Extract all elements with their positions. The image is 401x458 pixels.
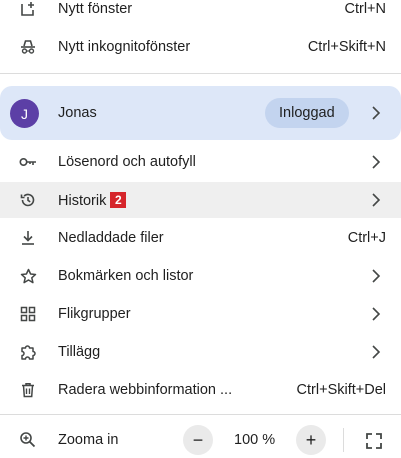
key-icon — [19, 153, 37, 171]
menu-item-label: Lösenord och autofyll — [58, 154, 196, 170]
chrome-main-menu: Nytt fönster Ctrl+N Nytt inkognitofönste… — [0, 0, 401, 456]
chevron-right-icon — [371, 155, 381, 169]
menu-item-label: Flikgrupper — [58, 306, 131, 322]
menu-item-shortcut: Ctrl+Skift+N — [307, 39, 386, 55]
fullscreen-icon[interactable] — [362, 429, 386, 453]
zoom-label: Zooma in — [58, 432, 119, 448]
zoom-separator — [343, 428, 344, 452]
menu-item-new-incognito[interactable]: Nytt inkognitofönster Ctrl+Skift+N — [0, 29, 401, 65]
menu-item-label: Historik 2 — [58, 191, 127, 209]
menu-item-bookmarks[interactable]: Bokmärken och listor — [0, 258, 401, 294]
menu-item-label: Nytt fönster — [58, 1, 133, 17]
menu-item-new-window[interactable]: Nytt fönster Ctrl+N — [0, 0, 401, 27]
star-icon — [19, 267, 37, 285]
profile-row[interactable]: J Jonas Inloggad — [0, 86, 401, 140]
menu-item-label: Tillägg — [58, 344, 101, 360]
menu-item-label: Radera webbinformation ... — [58, 382, 233, 398]
download-icon — [19, 229, 37, 247]
trash-icon — [19, 381, 37, 399]
zoom-in-icon — [19, 431, 37, 449]
menu-item-extensions[interactable]: Tillägg — [0, 334, 401, 370]
menu-item-history[interactable]: Historik 2 — [0, 182, 401, 218]
menu-item-downloads[interactable]: Nedladdade filer Ctrl+J — [0, 220, 401, 256]
chevron-right-icon — [371, 106, 381, 120]
zoom-in-button[interactable]: + — [296, 425, 326, 455]
chevron-right-icon — [371, 193, 381, 207]
zoom-level: 100 % — [234, 432, 276, 448]
chevron-right-icon — [371, 307, 381, 321]
tab-groups-icon — [19, 305, 37, 323]
chevron-right-icon — [371, 345, 381, 359]
step-badge: 2 — [110, 191, 127, 208]
new-window-icon — [19, 0, 37, 18]
menu-item-shortcut: Ctrl+N — [344, 1, 387, 17]
menu-divider — [0, 73, 401, 74]
zoom-row: Zooma in − 100 % + — [0, 422, 401, 458]
menu-item-shortcut: Ctrl+J — [347, 230, 386, 246]
signed-in-badge[interactable]: Inloggad — [265, 98, 349, 128]
menu-divider — [0, 414, 401, 415]
menu-item-label: Nedladdade filer — [58, 230, 164, 246]
menu-item-shortcut: Ctrl+Skift+Del — [296, 382, 386, 398]
zoom-out-button[interactable]: − — [183, 425, 213, 455]
menu-item-passwords[interactable]: Lösenord och autofyll — [0, 144, 401, 180]
menu-item-label: Nytt inkognitofönster — [58, 39, 191, 55]
profile-name: Jonas — [58, 105, 97, 121]
history-icon — [19, 191, 37, 209]
history-label-text: Historik — [58, 192, 107, 209]
menu-item-tab-groups[interactable]: Flikgrupper — [0, 296, 401, 332]
incognito-icon — [19, 38, 37, 56]
menu-item-label: Bokmärken och listor — [58, 268, 194, 284]
avatar: J — [10, 99, 39, 128]
puzzle-icon — [19, 343, 37, 361]
menu-item-clear-browsing-data[interactable]: Radera webbinformation ... Ctrl+Skift+De… — [0, 372, 401, 408]
chevron-right-icon — [371, 269, 381, 283]
